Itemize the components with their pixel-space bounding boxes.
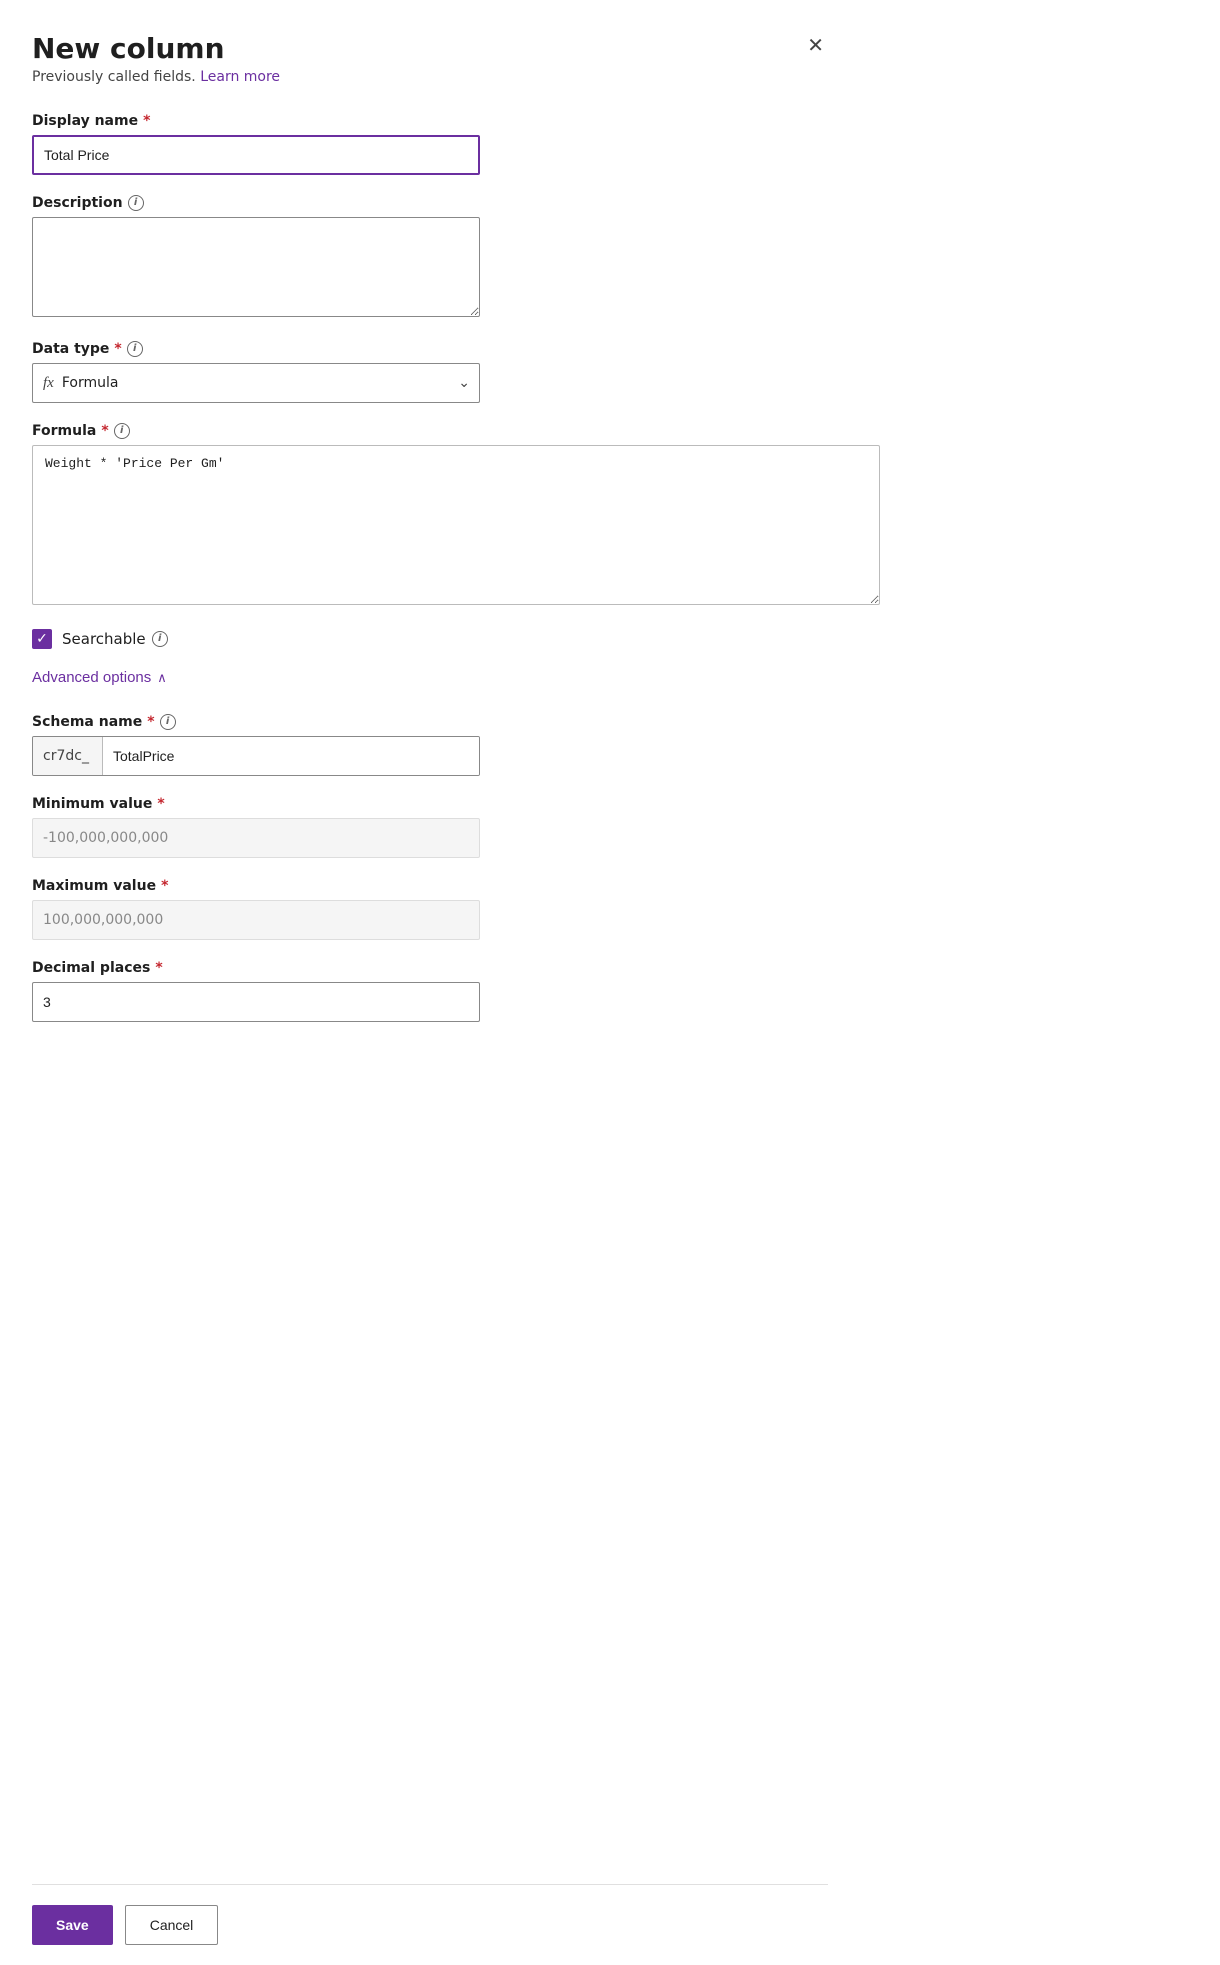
- min-value-label: Minimum value *: [32, 796, 828, 812]
- modal-title: New column: [32, 32, 225, 65]
- display-name-required: *: [143, 113, 150, 129]
- min-value-required: *: [157, 796, 164, 812]
- min-value-input: -100,000,000,000: [32, 818, 480, 858]
- save-button[interactable]: Save: [32, 1905, 113, 1945]
- max-value-required: *: [161, 878, 168, 894]
- chevron-up-icon: ∧: [157, 670, 167, 686]
- schema-name-info-icon: i: [160, 714, 176, 730]
- description-group: Description i: [32, 195, 828, 321]
- max-value-label: Maximum value *: [32, 878, 828, 894]
- learn-more-link[interactable]: Learn more: [200, 69, 280, 85]
- description-label: Description i: [32, 195, 828, 211]
- searchable-label: Searchable i: [62, 630, 168, 648]
- formula-wrapper: Weight * 'Price Per Gm': [32, 445, 880, 609]
- searchable-row: ✓ Searchable i: [32, 629, 828, 649]
- data-type-group: Data type * i fx Formula ⌄: [32, 341, 828, 403]
- max-value-input: 100,000,000,000: [32, 900, 480, 940]
- fx-icon: fx: [43, 375, 54, 392]
- data-type-select-wrapper: fx Formula ⌄: [32, 363, 480, 403]
- advanced-options-label: Advanced options: [32, 669, 151, 686]
- description-input[interactable]: [32, 217, 480, 317]
- data-type-value: Formula: [62, 375, 119, 391]
- checkmark-icon: ✓: [36, 632, 48, 646]
- footer: Save Cancel: [32, 1884, 828, 1965]
- advanced-options-button[interactable]: Advanced options ∧: [32, 669, 828, 686]
- decimal-places-label: Decimal places *: [32, 960, 828, 976]
- data-type-label: Data type * i: [32, 341, 828, 357]
- formula-info-icon: i: [114, 423, 130, 439]
- display-name-input[interactable]: [32, 135, 480, 175]
- schema-name-input[interactable]: [103, 737, 479, 775]
- searchable-checkbox[interactable]: ✓: [32, 629, 52, 649]
- cancel-button[interactable]: Cancel: [125, 1905, 219, 1945]
- min-value-group: Minimum value * -100,000,000,000: [32, 796, 828, 858]
- data-type-select[interactable]: fx Formula: [32, 363, 480, 403]
- decimal-places-group: Decimal places *: [32, 960, 828, 1022]
- data-type-required: *: [114, 341, 121, 357]
- decimal-places-required: *: [155, 960, 162, 976]
- schema-name-label: Schema name * i: [32, 714, 828, 730]
- new-column-modal: New column ✕ Previously called fields. L…: [0, 0, 860, 1965]
- schema-input-wrapper: cr7dc_: [32, 736, 480, 776]
- formula-required: *: [101, 423, 108, 439]
- max-value-group: Maximum value * 100,000,000,000: [32, 878, 828, 940]
- formula-input[interactable]: Weight * 'Price Per Gm': [32, 445, 880, 605]
- schema-prefix: cr7dc_: [33, 737, 103, 775]
- display-name-group: Display name *: [32, 113, 828, 175]
- formula-group: Formula * i Weight * 'Price Per Gm': [32, 423, 828, 609]
- formula-label: Formula * i: [32, 423, 828, 439]
- modal-header: New column ✕: [32, 32, 828, 65]
- display-name-label: Display name *: [32, 113, 828, 129]
- schema-name-group: Schema name * i cr7dc_: [32, 714, 828, 776]
- close-button[interactable]: ✕: [803, 32, 828, 60]
- searchable-info-icon: i: [152, 631, 168, 647]
- schema-name-required: *: [147, 714, 154, 730]
- description-info-icon: i: [128, 195, 144, 211]
- subtitle: Previously called fields. Learn more: [32, 69, 828, 85]
- decimal-places-input[interactable]: [32, 982, 480, 1022]
- data-type-info-icon: i: [127, 341, 143, 357]
